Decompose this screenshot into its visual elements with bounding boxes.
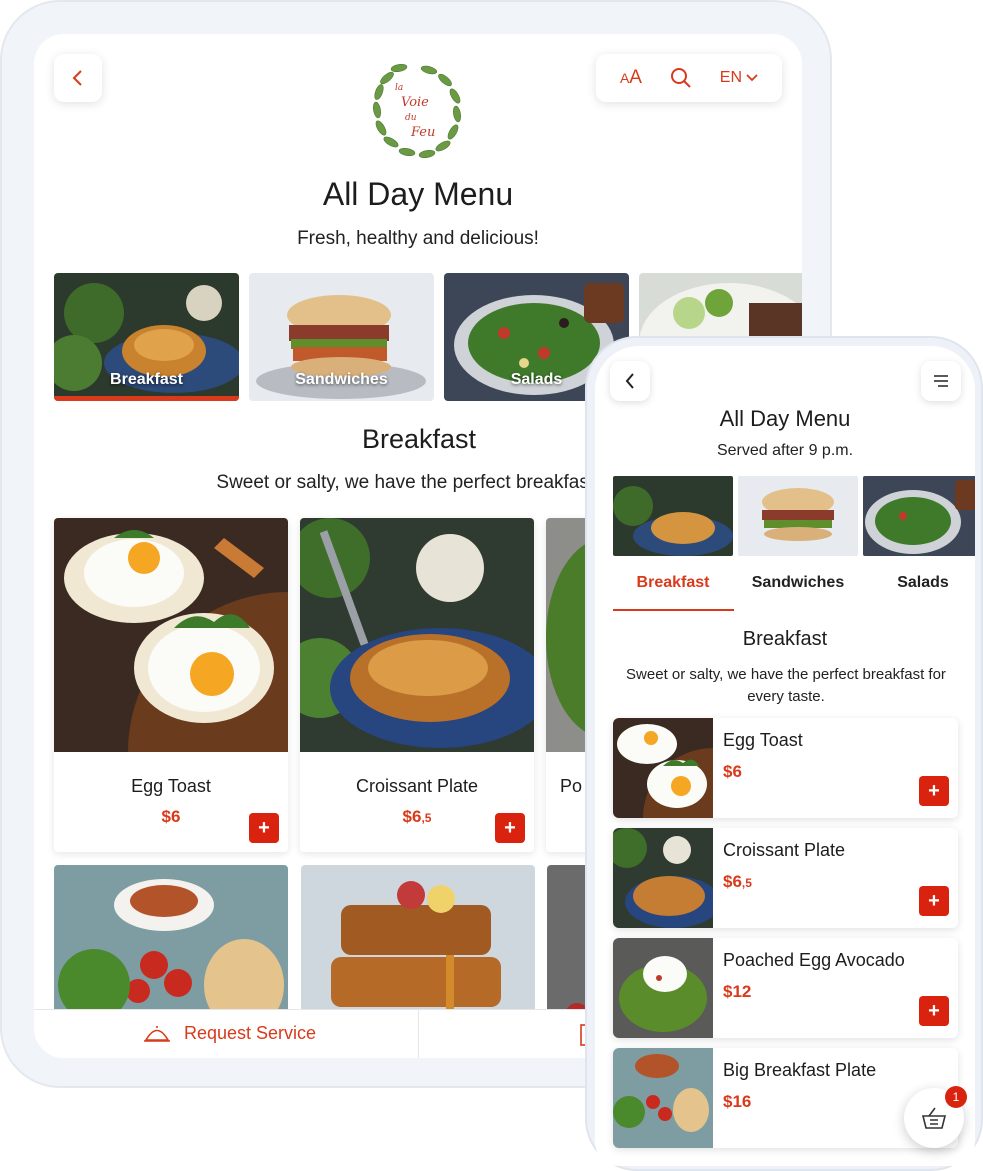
big-breakfast-photo [613,1048,713,1148]
croissant-photo [613,476,733,556]
category-card-breakfast[interactable]: Breakfast [54,273,239,401]
add-to-cart-button[interactable]: + [919,886,949,916]
footer-divider [418,1010,419,1058]
poached-egg-avocado-photo [613,938,713,1038]
back-button[interactable] [610,361,650,401]
menu-list-item[interactable]: Big Breakfast Plate $16 [613,1048,958,1148]
item-name: Egg Toast [723,730,803,750]
category-label: Sandwiches [295,371,388,388]
sandwich-photo [738,476,858,556]
section-title: Breakfast [742,628,828,650]
stage: la Voie du Feu AA EN All Day Menu Fresh,… [0,0,983,1171]
category-thumb-breakfast[interactable] [613,476,733,556]
add-to-cart-button[interactable]: + [249,813,279,843]
salad-photo [863,476,975,556]
item-name: Poached Egg Avocado [723,950,905,970]
item-price: $6,5 [723,872,752,891]
page-title: All Day Menu [719,406,851,431]
add-to-cart-button[interactable]: + [919,996,949,1026]
item-name: Croissant Plate [723,840,846,860]
svg-text:du: du [405,113,417,123]
back-button[interactable] [54,54,102,102]
menu-card[interactable]: Egg Toast $6 + [54,518,288,852]
croissant-plate-photo [300,518,534,752]
tab-sandwiches[interactable]: Sandwiches [738,574,858,592]
menu-list-item[interactable]: Croissant Plate $6,5 + [613,828,958,928]
menu-button[interactable] [921,361,961,401]
menu-list-item[interactable]: Egg Toast $6 + [613,718,958,818]
category-thumb-salads[interactable] [863,476,975,556]
menu-list-item[interactable]: Poached Egg Avocado $12 + [613,938,958,1038]
chevron-left-icon [72,70,82,86]
request-service-label: Request Service [184,1023,317,1043]
service-bell-icon [144,1025,170,1042]
item-price: $16 [723,1092,752,1111]
category-label: Breakfast [110,371,183,388]
item-name: Big Breakfast Plate [723,1060,877,1080]
language-select[interactable]: EN [720,69,758,87]
menu-card[interactable]: Croissant Plate $6,5 + [300,518,534,852]
category-thumb-sandwiches[interactable] [738,476,858,556]
tab-salads[interactable]: Salads [863,574,975,592]
item-price: $12 [723,982,752,1001]
tab-breakfast[interactable]: Breakfast [613,574,733,592]
hamburger-icon [934,375,948,387]
add-to-cart-button[interactable]: + [495,813,525,843]
search-icon [670,68,691,88]
svg-text:Voie: Voie [401,95,429,110]
basket-icon [921,1107,947,1129]
section-description: Sweet or salty, we have the perfect brea… [626,666,946,705]
phone-screen: All Day Menu Served after 9 p.m. Breakfa… [595,346,975,1166]
egg-toast-photo [613,718,713,818]
text-size-button[interactable]: AA [620,67,642,89]
svg-text:Feu: Feu [410,125,435,140]
add-to-cart-button[interactable]: + [919,776,949,806]
chevron-down-icon [746,74,758,82]
restaurant-logo: la Voie du Feu [367,58,467,162]
croissant-plate-photo [613,828,713,928]
page-subtitle: Served after 9 p.m. [716,442,854,459]
svg-text:la: la [395,83,403,93]
active-tab-indicator [613,609,734,611]
search-button[interactable] [670,67,692,89]
page-title: All Day Menu [322,176,514,212]
item-name: Egg Toast [131,776,211,796]
phone-device: All Day Menu Served after 9 p.m. Breakfa… [585,336,983,1171]
cart-count-badge: 1 [945,1086,967,1108]
request-service-button[interactable]: Request Service [144,1023,316,1044]
item-price: $6 [723,762,742,781]
chevron-left-icon [625,373,634,389]
item-name: Croissant Plate [355,776,479,796]
toolbar: AA EN [596,54,782,102]
category-card-sandwiches[interactable]: Sandwiches [249,273,434,401]
active-category-indicator [54,396,239,401]
language-label: EN [719,69,743,86]
page-subtitle: Fresh, healthy and delicious! [297,228,539,249]
egg-toast-photo [54,518,288,752]
